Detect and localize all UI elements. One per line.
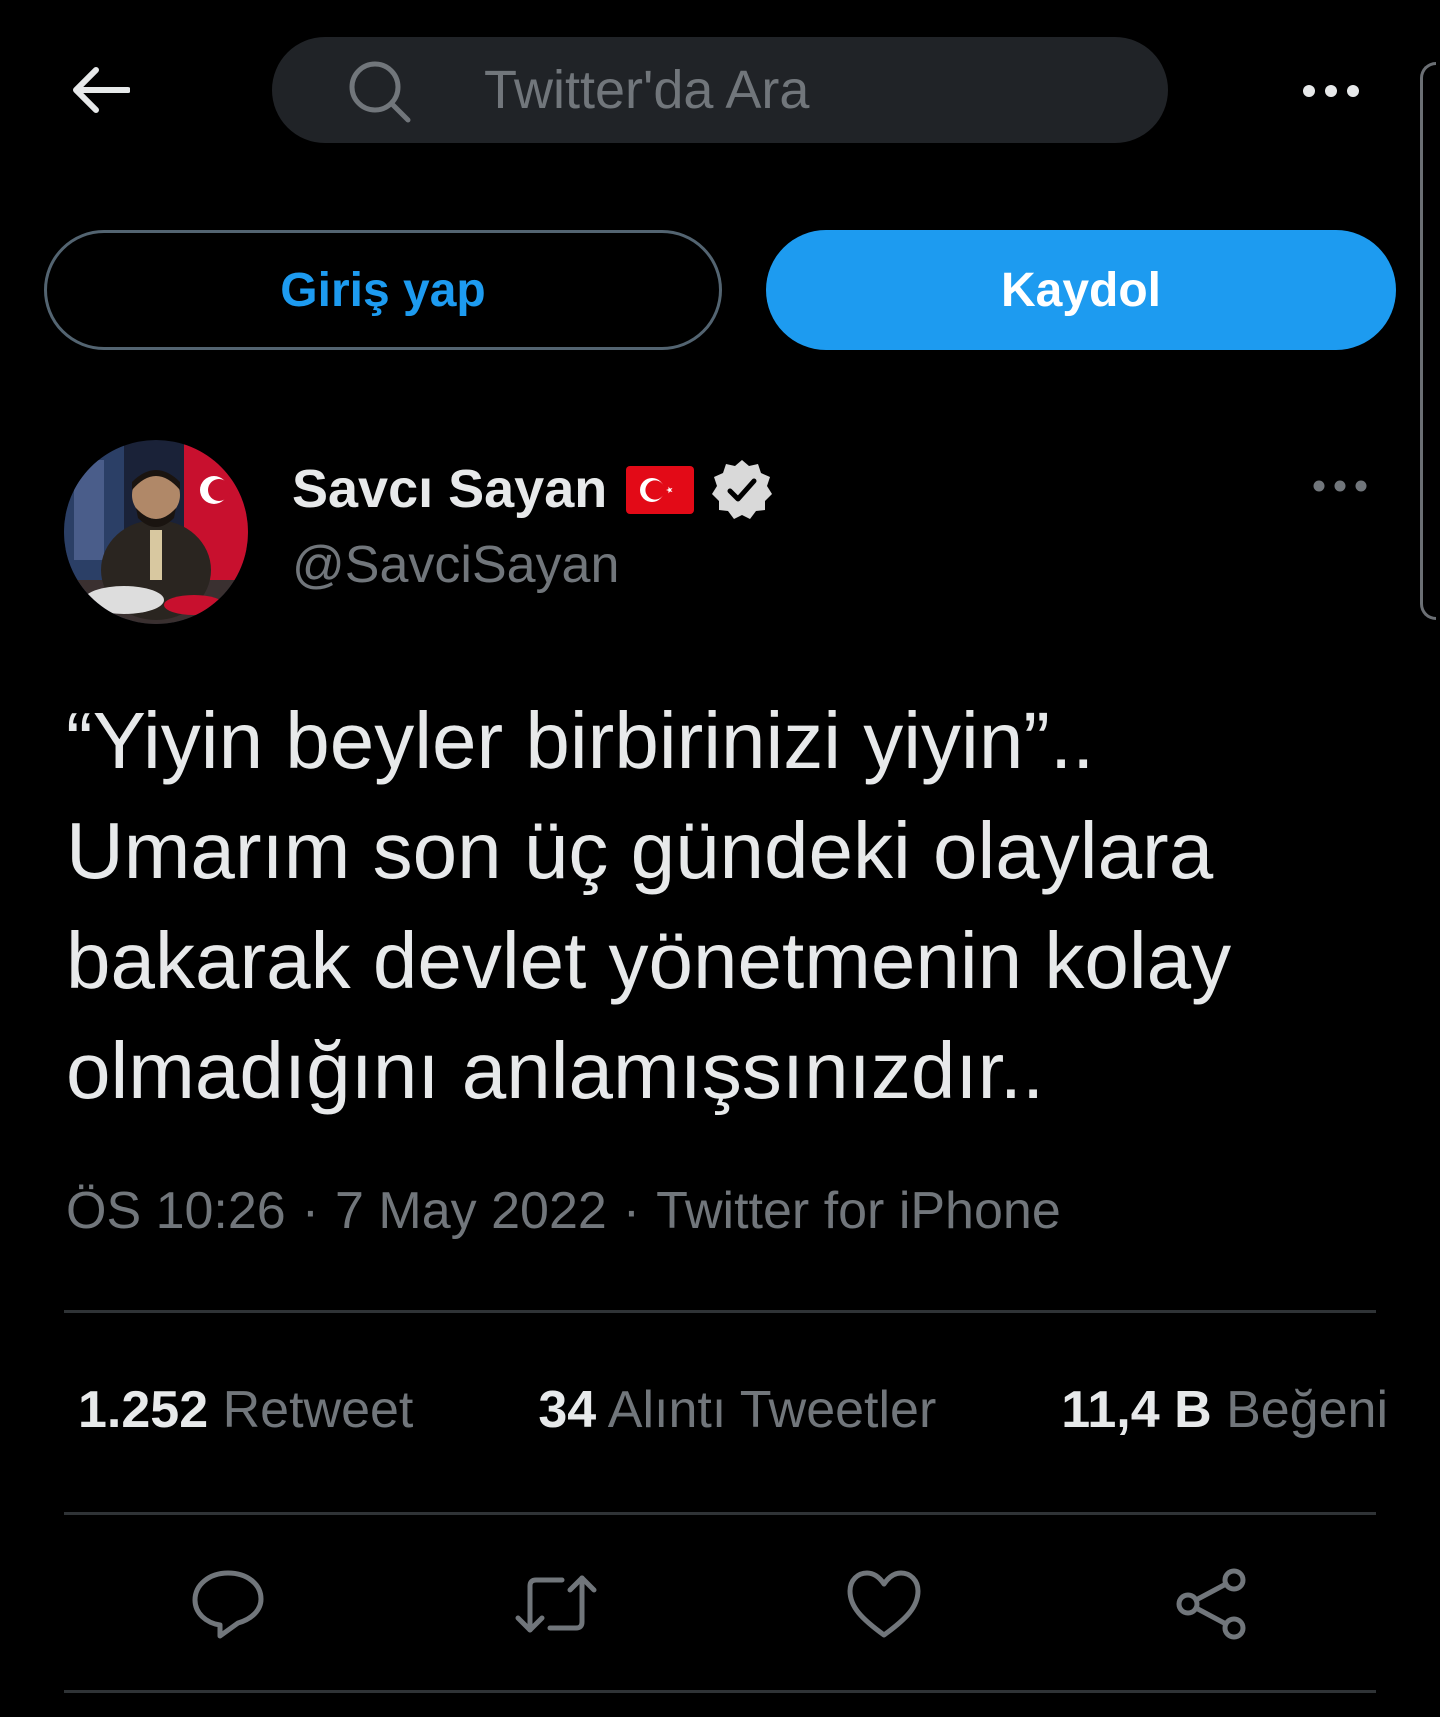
tweet-date[interactable]: 7 May 2022 xyxy=(335,1182,607,1240)
quotes-stat[interactable]: 34 Alıntı Tweetler xyxy=(538,1375,936,1445)
likes-stat[interactable]: 11,4 B Beğeni xyxy=(1061,1375,1388,1445)
back-arrow-icon xyxy=(73,67,130,113)
signup-button[interactable]: Kaydol xyxy=(766,230,1396,350)
like-icon xyxy=(847,1570,921,1638)
tweet-source: Twitter for iPhone xyxy=(656,1182,1061,1240)
tweet-text: “Yiyin beyler birbirinizi yiyin”.. Umarı… xyxy=(66,696,1232,1115)
back-button[interactable] xyxy=(60,60,140,120)
divider xyxy=(64,1690,1376,1693)
retweets-stat[interactable]: 1.252 Retweet xyxy=(78,1375,413,1445)
tweet-time[interactable]: ÖS 10:26 xyxy=(66,1182,286,1240)
share-button[interactable] xyxy=(1170,1562,1254,1646)
quotes-count: 34 xyxy=(538,1381,597,1439)
avatar[interactable] xyxy=(64,440,248,624)
meta-separator: · xyxy=(622,1182,641,1240)
retweet-button[interactable] xyxy=(514,1562,598,1646)
tweet-meta: ÖS 10:26 · 7 May 2022 · Twitter for iPhone xyxy=(66,1176,1061,1246)
more-horizontal-icon xyxy=(1313,480,1367,492)
login-button[interactable]: Giriş yap xyxy=(44,230,722,350)
display-name[interactable]: Savcı Sayan xyxy=(292,456,607,522)
retweets-count: 1.252 xyxy=(78,1381,209,1439)
verified-badge-icon xyxy=(710,458,774,522)
tweet-stats: 1.252 Retweet 34 Alıntı Tweetler 11,4 B … xyxy=(78,1375,1388,1445)
quotes-label: Alıntı Tweetler xyxy=(607,1381,937,1439)
reply-icon xyxy=(192,1570,264,1639)
like-button[interactable] xyxy=(842,1562,926,1646)
reply-button[interactable] xyxy=(186,1562,270,1646)
turkey-flag-icon xyxy=(626,466,694,514)
scrollbar[interactable] xyxy=(1420,62,1436,620)
more-options-button[interactable] xyxy=(1286,66,1376,116)
share-icon xyxy=(1176,1568,1246,1640)
divider xyxy=(64,1512,1376,1515)
divider xyxy=(64,1310,1376,1313)
search-input[interactable] xyxy=(470,46,1130,134)
retweets-label: Retweet xyxy=(222,1381,414,1439)
retweet-icon xyxy=(515,1575,597,1633)
likes-label: Beğeni xyxy=(1226,1381,1388,1439)
likes-count: 11,4 B xyxy=(1061,1381,1212,1439)
tweet-more-button[interactable] xyxy=(1304,466,1376,506)
signup-button-label: Kaydol xyxy=(1000,263,1162,317)
more-horizontal-icon xyxy=(1303,85,1359,97)
search-icon xyxy=(346,58,414,126)
login-button-label: Giriş yap xyxy=(280,263,486,317)
user-handle[interactable]: @SavciSayan xyxy=(292,532,619,598)
meta-separator: · xyxy=(301,1182,320,1240)
